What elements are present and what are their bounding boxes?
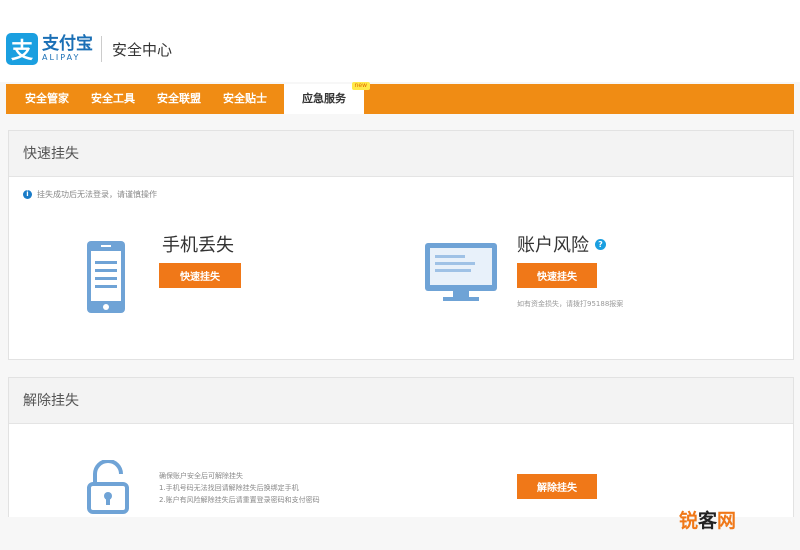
logo-wordmark: 支付宝 ALIPAY (42, 35, 93, 63)
nav-item-security-alliance[interactable]: 安全联盟 (146, 84, 212, 114)
monitor-icon (423, 241, 499, 307)
watermark-char: 锐 (679, 510, 699, 532)
unfreeze-description: 确保账户安全后可解除挂失 1.手机号码无法找回请解除挂失后换绑定手机 2.账户有… (159, 470, 320, 506)
watermark-char: 网 (717, 510, 737, 532)
account-risk-note: 如有资金损失，请拨打95188报案 (517, 300, 624, 308)
quick-freeze-heading: 快速挂失 (9, 131, 793, 177)
logo-cn-text: 支付宝 (42, 34, 93, 54)
freeze-notice-text: 挂失成功后无法登录，请谨慎操作 (37, 190, 157, 199)
nav-item-security-tools[interactable]: 安全工具 (80, 84, 146, 114)
quick-freeze-panel: 快速挂失 i 挂失成功后无法登录，请谨慎操作 手机丢失 快速挂失 账户风险 ? … (8, 130, 794, 360)
site-watermark: 锐客网 (679, 506, 736, 533)
phone-icon (85, 239, 127, 319)
unfreeze-heading: 解除挂失 (9, 378, 793, 424)
unfreeze-desc-line: 确保账户安全后可解除挂失 (159, 472, 243, 480)
page-title: 安全中心 (112, 40, 173, 59)
alipay-logo-icon: 支 (6, 33, 38, 65)
nav-item-security-tips[interactable]: 安全贴士 (212, 84, 278, 114)
phone-lost-option: 手机丢失 (162, 231, 234, 257)
freeze-notice: i 挂失成功后无法登录，请谨慎操作 (23, 189, 157, 200)
account-risk-title-row: 账户风险 ? (517, 231, 606, 257)
help-icon[interactable]: ? (595, 238, 606, 250)
unlock-icon (85, 459, 131, 518)
logo-divider (101, 36, 102, 62)
unfreeze-button[interactable]: 解除挂失 (517, 474, 597, 499)
phone-lost-title: 手机丢失 (162, 235, 234, 256)
new-badge: new (351, 82, 370, 90)
info-icon: i (23, 190, 32, 199)
page: 支 支付宝 ALIPAY 安全中心 安全管家 安全工具 安全联盟 安全贴士 应急… (0, 0, 800, 550)
nav-item-security-manager[interactable]: 安全管家 (14, 84, 80, 114)
phone-quick-freeze-button[interactable]: 快速挂失 (159, 263, 241, 288)
unfreeze-panel: 解除挂失 确保账户安全后可解除挂失 1.手机号码无法找回请解除挂失后换绑定手机 … (8, 377, 794, 517)
alipay-logo[interactable]: 支 支付宝 ALIPAY 安全中心 (6, 33, 172, 65)
unfreeze-desc-line: 1.手机号码无法找回请解除挂失后换绑定手机 (159, 484, 299, 492)
watermark-char: 客 (698, 510, 718, 532)
nav-item-emergency-service[interactable]: 应急服务 new (284, 82, 370, 114)
account-risk-option: 账户风险 ? (517, 231, 606, 257)
header: 支 支付宝 ALIPAY 安全中心 (0, 0, 800, 82)
nav-item-emergency-label: 应急服务 (302, 92, 346, 105)
account-risk-title: 账户风险 (517, 235, 589, 256)
main-nav: 安全管家 安全工具 安全联盟 安全贴士 应急服务 new (6, 82, 794, 114)
unfreeze-desc-line: 2.账户有风险解除挂失后请重置登录密码和支付密码 (159, 496, 320, 504)
logo-en-text: ALIPAY (42, 53, 81, 62)
account-quick-freeze-button[interactable]: 快速挂失 (517, 263, 597, 288)
